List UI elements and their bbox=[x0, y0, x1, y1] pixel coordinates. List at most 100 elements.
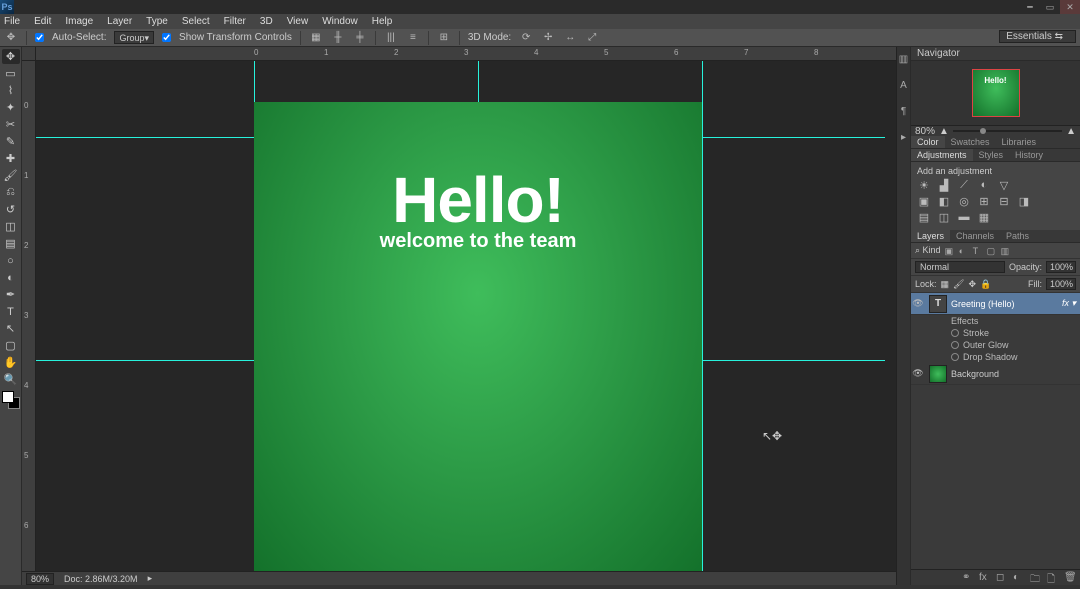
3d-pan-icon[interactable]: ✢ bbox=[541, 31, 555, 45]
menu-help[interactable]: Help bbox=[372, 16, 393, 27]
visibility-toggle[interactable]: 👁 bbox=[911, 298, 925, 309]
levels-icon[interactable]: ▟ bbox=[937, 178, 951, 192]
status-flyout-icon[interactable]: ▸ bbox=[148, 573, 153, 584]
effect-stroke[interactable]: Stroke bbox=[911, 327, 1080, 339]
zoom-out-icon[interactable]: ▲ bbox=[939, 126, 949, 137]
layer-name[interactable]: Greeting (Hello) bbox=[951, 299, 1062, 309]
libraries-tab[interactable]: Libraries bbox=[996, 136, 1043, 148]
styles-tab[interactable]: Styles bbox=[973, 149, 1010, 161]
new-adjustment-icon[interactable]: ◐ bbox=[1013, 572, 1025, 584]
arrange-icon[interactable]: ⊞ bbox=[437, 31, 451, 45]
eraser-tool[interactable]: ◫ bbox=[2, 219, 20, 234]
zoom-in-icon[interactable]: ▲ bbox=[1066, 126, 1076, 137]
blend-mode-dropdown[interactable]: Normal bbox=[915, 261, 1005, 273]
color-tab[interactable]: Color bbox=[911, 136, 945, 148]
layer-row-background[interactable]: 👁 Background bbox=[911, 363, 1080, 385]
auto-select-dropdown[interactable]: Group ▾ bbox=[114, 31, 154, 44]
marquee-tool[interactable]: ▭ bbox=[2, 66, 20, 81]
distribute-icon[interactable]: ||| bbox=[384, 31, 398, 45]
menu-3d[interactable]: 3D bbox=[260, 16, 273, 27]
crop-tool[interactable]: ✂ bbox=[2, 117, 20, 132]
menu-view[interactable]: View bbox=[287, 16, 309, 27]
menu-window[interactable]: Window bbox=[322, 16, 358, 27]
path-tool[interactable]: ↖ bbox=[2, 321, 20, 336]
fx-badge[interactable]: fx ▾ bbox=[1062, 298, 1080, 309]
exposure-icon[interactable]: ◐ bbox=[977, 178, 991, 192]
effect-drop-shadow[interactable]: Drop Shadow bbox=[911, 351, 1080, 363]
move-tool[interactable]: ✥ bbox=[2, 49, 20, 64]
adjustments-tab[interactable]: Adjustments bbox=[911, 149, 973, 161]
brightness-icon[interactable]: ☀ bbox=[917, 178, 931, 192]
auto-select-checkbox[interactable] bbox=[35, 33, 44, 42]
lock-trans-icon[interactable]: ▦ bbox=[941, 279, 950, 290]
heal-tool[interactable]: ✚ bbox=[2, 151, 20, 166]
effects-header[interactable]: Effects bbox=[911, 315, 1080, 327]
layer-filter-kind[interactable]: ⌕ Kind bbox=[915, 245, 941, 256]
blur-tool[interactable]: ○ bbox=[2, 253, 20, 268]
menu-edit[interactable]: Edit bbox=[34, 16, 51, 27]
dodge-tool[interactable]: ◐ bbox=[2, 270, 20, 285]
color-swatch[interactable] bbox=[2, 391, 20, 409]
paragraph-icon[interactable]: ¶ bbox=[898, 105, 910, 117]
lock-paint-icon[interactable]: 🖌 bbox=[953, 279, 964, 290]
new-group-icon[interactable]: 🗀 bbox=[1030, 572, 1042, 584]
histogram-icon[interactable]: ▥ bbox=[898, 53, 910, 65]
history-tab[interactable]: History bbox=[1009, 149, 1049, 161]
layer-row-greeting[interactable]: 👁 T Greeting (Hello) fx ▾ bbox=[911, 293, 1080, 315]
filter-smart-icon[interactable]: ▥ bbox=[1001, 246, 1011, 256]
layer-style-icon[interactable]: fx bbox=[979, 572, 991, 584]
hand-tool[interactable]: ✋ bbox=[2, 355, 20, 370]
menu-type[interactable]: Type bbox=[146, 16, 168, 27]
curves-icon[interactable]: ⟋ bbox=[957, 178, 971, 192]
close-button[interactable]: ✕ bbox=[1060, 0, 1080, 14]
ruler-origin[interactable] bbox=[22, 47, 36, 61]
brush-tool[interactable]: 🖌 bbox=[2, 168, 20, 183]
delete-layer-icon[interactable]: 🗑 bbox=[1064, 572, 1076, 584]
lasso-tool[interactable]: ⌇ bbox=[2, 83, 20, 98]
shape-tool[interactable]: ▢ bbox=[2, 338, 20, 353]
navigator-thumbnail[interactable]: Hello! bbox=[972, 69, 1020, 117]
navigator-panel-title[interactable]: Navigator bbox=[911, 47, 1080, 61]
menu-layer[interactable]: Layer bbox=[107, 16, 132, 27]
3d-scale-icon[interactable]: ⤢ bbox=[585, 31, 599, 45]
fill-input[interactable]: 100% bbox=[1046, 278, 1076, 290]
menu-filter[interactable]: Filter bbox=[224, 16, 246, 27]
maximize-button[interactable]: ▭ bbox=[1040, 0, 1060, 14]
ruler-horizontal[interactable]: 0 1 2 3 4 5 6 7 8 bbox=[36, 47, 896, 61]
history-brush-tool[interactable]: ↺ bbox=[2, 202, 20, 217]
layers-tab[interactable]: Layers bbox=[911, 230, 950, 242]
lock-pos-icon[interactable]: ✥ bbox=[968, 279, 976, 290]
show-transform-checkbox[interactable] bbox=[162, 33, 171, 42]
align-icon-3[interactable]: ╪ bbox=[353, 31, 367, 45]
align-icon[interactable]: ▦ bbox=[309, 31, 323, 45]
link-layers-icon[interactable]: ⚭ bbox=[962, 572, 974, 584]
stamp-tool[interactable]: ⎌ bbox=[2, 185, 20, 200]
status-zoom[interactable]: 80% bbox=[26, 573, 54, 585]
menu-file[interactable]: File bbox=[4, 16, 20, 27]
hue-icon[interactable]: ▣ bbox=[917, 194, 931, 208]
menu-image[interactable]: Image bbox=[65, 16, 93, 27]
filter-shape-icon[interactable]: ▢ bbox=[987, 246, 997, 256]
effect-outer-glow[interactable]: Outer Glow bbox=[911, 339, 1080, 351]
workspace-switcher[interactable]: Essentials ⇆ bbox=[999, 30, 1076, 43]
filter-adjust-icon[interactable]: ◐ bbox=[959, 246, 969, 256]
navigator-panel[interactable]: Hello! bbox=[911, 61, 1080, 125]
actions-icon[interactable]: ▸ bbox=[898, 131, 910, 143]
menu-select[interactable]: Select bbox=[182, 16, 210, 27]
vibrance-icon[interactable]: ▽ bbox=[997, 178, 1011, 192]
3d-slide-icon[interactable]: ↔ bbox=[563, 31, 577, 45]
document-canvas[interactable]: Hello! welcome to the team bbox=[254, 102, 702, 580]
zoom-slider-track[interactable] bbox=[953, 130, 1062, 132]
distribute-icon-2[interactable]: ≡ bbox=[406, 31, 420, 45]
visibility-toggle[interactable]: 👁 bbox=[911, 368, 925, 379]
type-tool[interactable]: T bbox=[2, 304, 20, 319]
new-layer-icon[interactable]: 🗋 bbox=[1047, 572, 1059, 584]
ruler-vertical[interactable]: 0 1 2 3 4 5 6 bbox=[22, 61, 36, 571]
character-icon[interactable]: A bbox=[898, 79, 910, 91]
wand-tool[interactable]: ✦ bbox=[2, 100, 20, 115]
filter-pixel-icon[interactable]: ▣ bbox=[945, 246, 955, 256]
selectivecolor-icon[interactable]: ▦ bbox=[977, 210, 991, 224]
photofilter-icon[interactable]: ◎ bbox=[957, 194, 971, 208]
gradientmap-icon[interactable]: ▬ bbox=[957, 210, 971, 224]
minimize-button[interactable]: ━ bbox=[1020, 0, 1040, 14]
